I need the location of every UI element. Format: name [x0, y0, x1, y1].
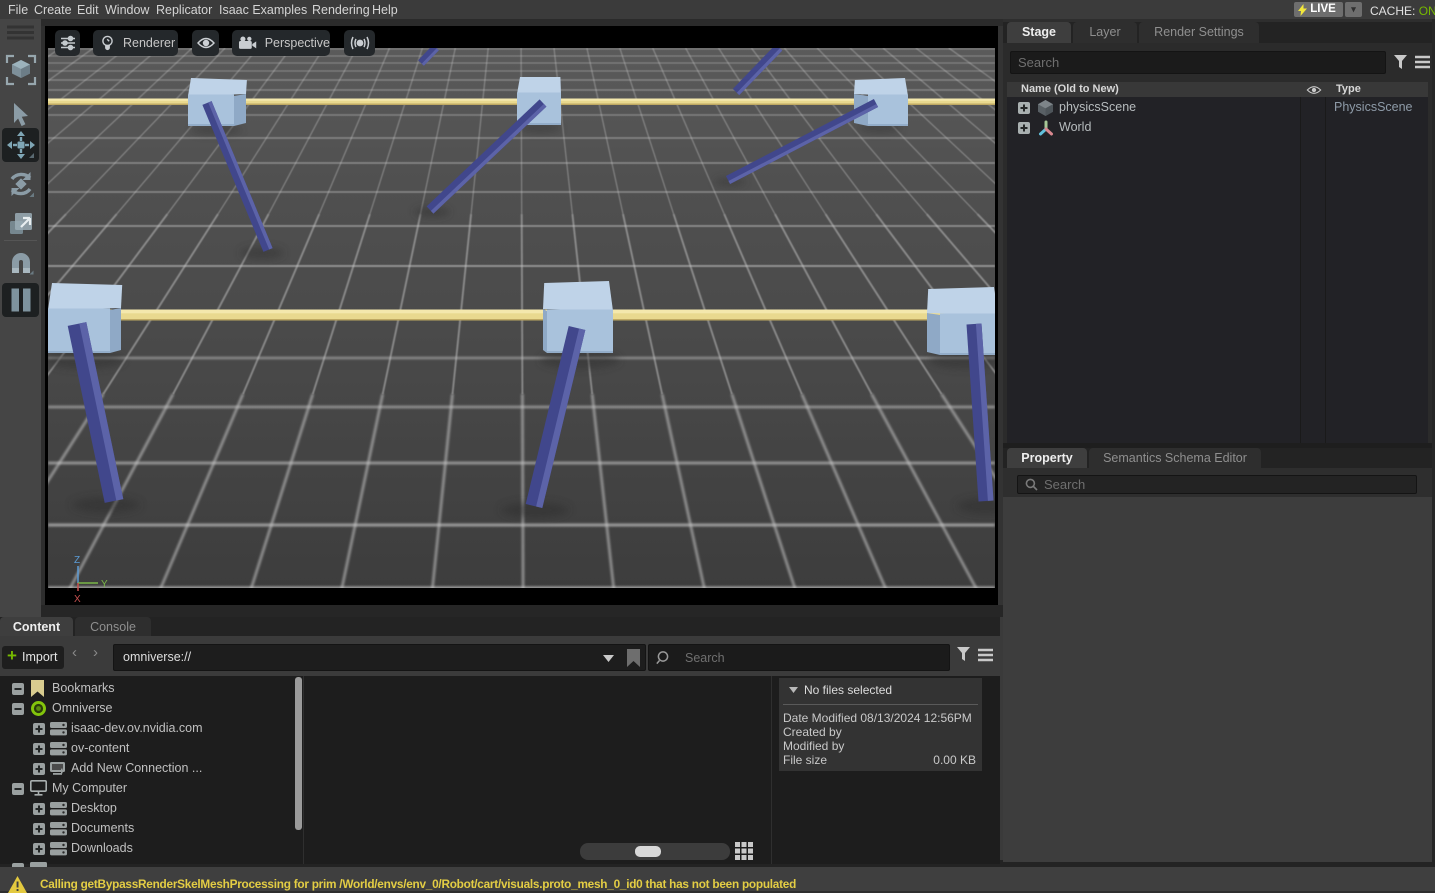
- svg-text:Y: Y: [101, 579, 108, 590]
- svg-text:Z: Z: [74, 555, 80, 566]
- svg-text:X: X: [74, 594, 81, 605]
